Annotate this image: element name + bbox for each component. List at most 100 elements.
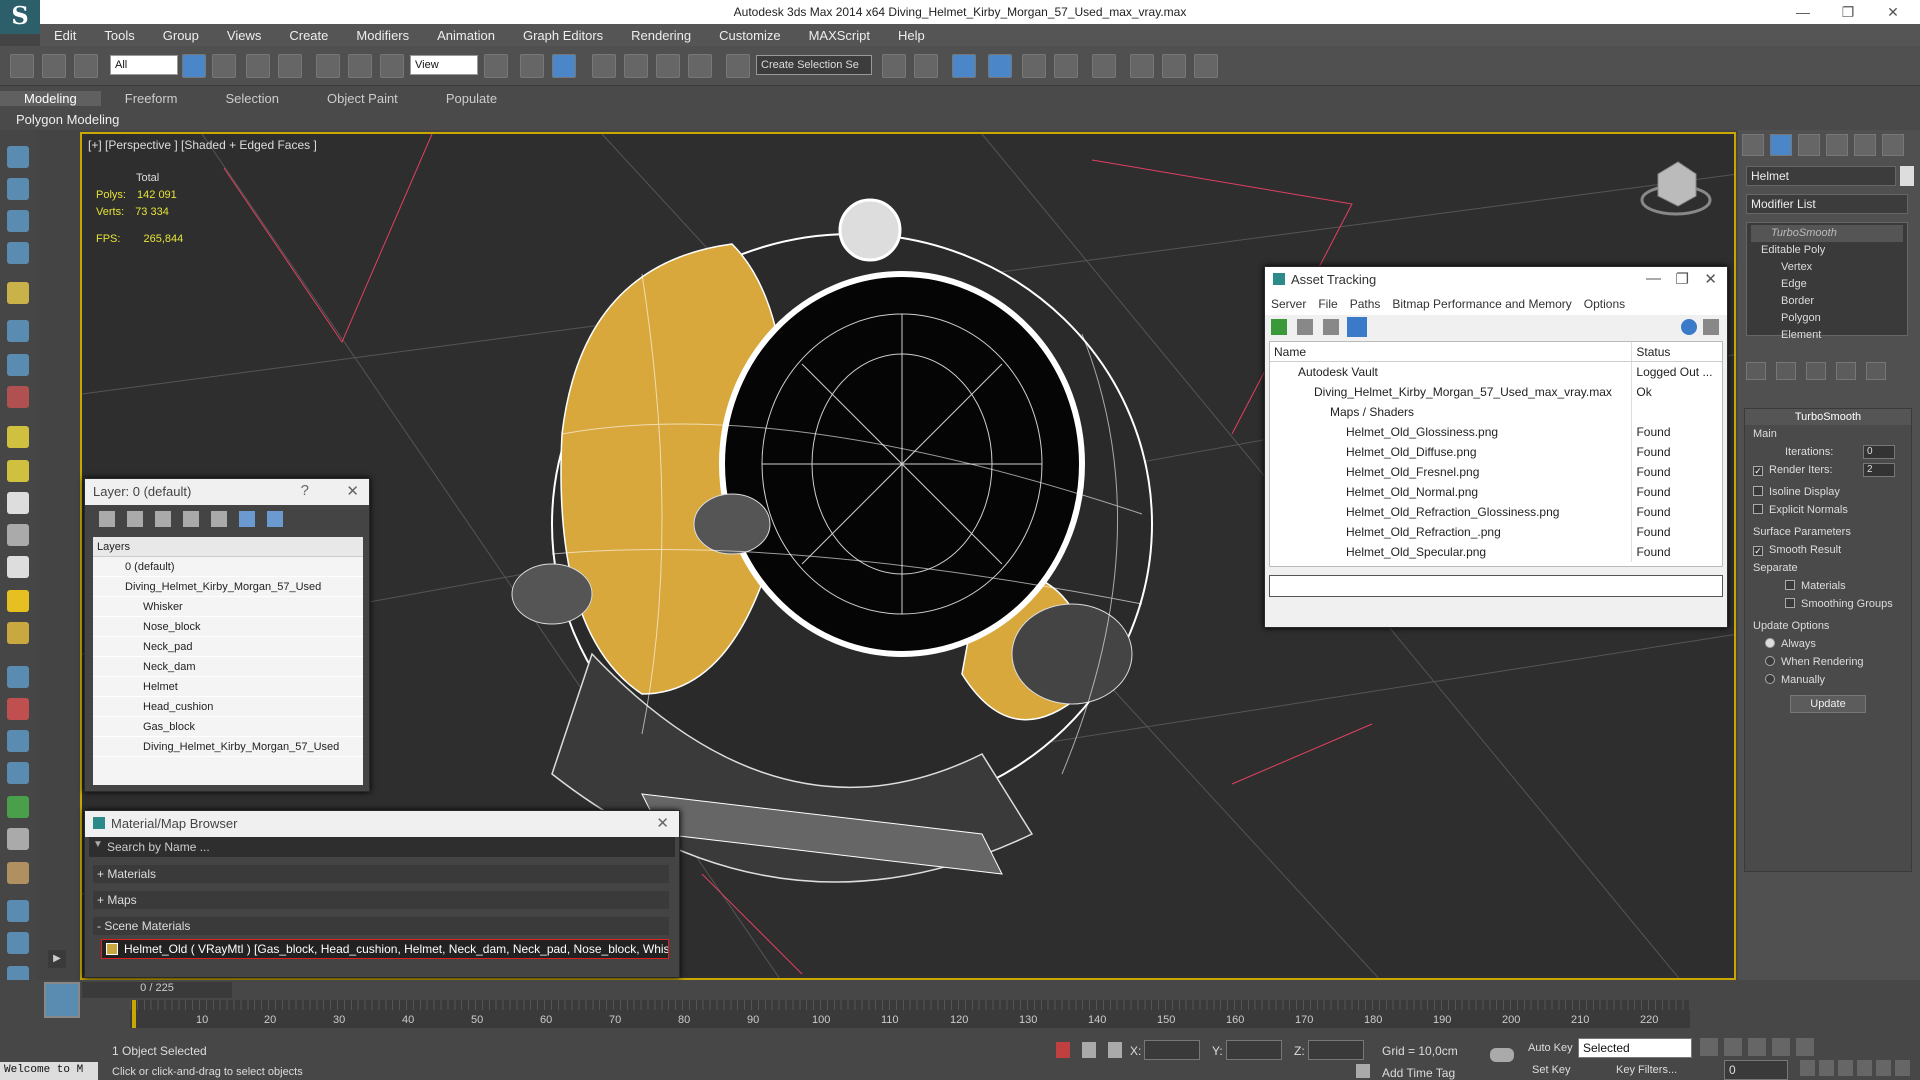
settings-icon[interactable] — [1703, 319, 1719, 335]
unlink-icon[interactable] — [42, 54, 66, 78]
hide-all-icon[interactable] — [239, 511, 255, 527]
go-to-start-icon[interactable] — [1700, 1038, 1718, 1056]
material-browser-titlebar[interactable]: Material/Map Browser ✕ — [85, 811, 679, 837]
add-time-tag[interactable]: Add Time Tag — [1382, 1066, 1455, 1080]
tool-icon-21[interactable] — [7, 828, 29, 850]
expand-arrow-icon[interactable]: ▶ — [48, 950, 66, 968]
asset-row[interactable]: Diving_Helmet_Kirby_Morgan_57_Used_max_v… — [1270, 382, 1722, 402]
x-coord-field[interactable] — [1144, 1040, 1200, 1060]
tool-icon-6[interactable] — [7, 320, 29, 342]
material-editor-icon[interactable] — [1092, 54, 1116, 78]
tool-icon-7[interactable] — [7, 354, 29, 376]
smoothing-groups-checkbox[interactable] — [1785, 598, 1795, 608]
asset-path-field[interactable] — [1269, 575, 1723, 597]
object-color-swatch[interactable] — [1900, 166, 1914, 186]
auto-key-button[interactable]: Auto Key — [1528, 1042, 1573, 1054]
configure-sets-icon[interactable] — [1866, 362, 1886, 380]
lock-icon[interactable] — [1082, 1042, 1096, 1058]
time-slider-marker[interactable] — [132, 1000, 136, 1028]
object-name-field[interactable]: Helmet — [1746, 166, 1896, 186]
scene-materials-group[interactable]: - Scene Materials — [93, 917, 669, 935]
new-layer-icon[interactable] — [99, 511, 115, 527]
tool-icon-11[interactable] — [7, 492, 29, 514]
time-tag-icon[interactable] — [1356, 1064, 1370, 1078]
mini-listener-icon[interactable] — [44, 982, 80, 1018]
asset-menu-file[interactable]: File — [1312, 297, 1343, 311]
layer-item[interactable]: 0 (default) — [93, 557, 363, 577]
set-key-button[interactable]: Set Key — [1532, 1064, 1571, 1076]
ribbon-polygon-modeling[interactable]: Polygon Modeling — [0, 110, 1920, 130]
key-mode-select[interactable]: Selected — [1578, 1038, 1692, 1058]
asset-menu-paths[interactable]: Paths — [1344, 297, 1387, 311]
keyboard-shortcut-icon[interactable] — [552, 54, 576, 78]
selection-filter-select[interactable]: All — [110, 55, 178, 75]
layer-help-button[interactable]: ? — [301, 482, 309, 499]
layer-explorer-titlebar[interactable]: Layer: 0 (default) ? ✕ — [85, 479, 369, 505]
asset-row[interactable]: Helmet_Old_Glossiness.png Found — [1270, 422, 1722, 442]
asset-tracking-close[interactable]: ✕ — [1704, 270, 1717, 288]
render-icon[interactable] — [1194, 54, 1218, 78]
move-icon[interactable] — [316, 54, 340, 78]
menu-views[interactable]: Views — [213, 28, 275, 43]
tool-icon-17[interactable] — [7, 698, 29, 720]
tool-icon-16[interactable] — [7, 666, 29, 688]
layer-close-button[interactable]: ✕ — [346, 482, 359, 500]
field-of-view-icon[interactable] — [1838, 1060, 1853, 1076]
timeline-track[interactable]: 10 20 30 40 50 60 70 80 90 100 110 120 1… — [130, 1000, 1690, 1028]
manually-radio[interactable] — [1765, 674, 1775, 684]
layer-item[interactable]: Gas_block — [93, 717, 363, 737]
isoline-display-checkbox[interactable] — [1753, 486, 1763, 496]
link-icon[interactable] — [10, 54, 34, 78]
curve-editor-icon[interactable] — [1022, 54, 1046, 78]
tool-icon-1[interactable] — [7, 146, 29, 168]
play-icon[interactable] — [1748, 1038, 1766, 1056]
tool-icon-18[interactable] — [7, 730, 29, 752]
absolute-mode-icon[interactable] — [1108, 1042, 1122, 1058]
menu-animation[interactable]: Animation — [423, 28, 509, 43]
tool-icon-20[interactable] — [7, 796, 29, 818]
tool-icon-8[interactable] — [7, 386, 29, 408]
always-radio[interactable] — [1765, 638, 1775, 648]
when-rendering-radio[interactable] — [1765, 656, 1775, 666]
tool-icon-15[interactable] — [7, 622, 29, 644]
tab-populate[interactable]: Populate — [422, 91, 521, 106]
percent-snap-icon[interactable] — [656, 54, 680, 78]
stack-item-vertex[interactable]: Vertex — [1751, 259, 1903, 276]
maps-group[interactable]: + Maps — [93, 891, 669, 909]
highlight-layer-icon[interactable] — [211, 511, 227, 527]
asset-row[interactable]: Helmet_Old_Specular.png Found — [1270, 542, 1722, 562]
zoom-all-icon[interactable] — [1819, 1060, 1834, 1076]
graphite-toggle-icon[interactable] — [988, 54, 1012, 78]
spinner-snap-icon[interactable] — [688, 54, 712, 78]
pan-icon[interactable] — [1857, 1060, 1872, 1076]
schematic-view-icon[interactable] — [1054, 54, 1078, 78]
layer-item[interactable]: Neck_pad — [93, 637, 363, 657]
materials-checkbox[interactable] — [1785, 580, 1795, 590]
stack-item-element[interactable]: Element — [1751, 327, 1903, 344]
bind-space-warp-icon[interactable] — [74, 54, 98, 78]
scene-material-item[interactable]: Helmet_Old ( VRayMtl ) [Gas_block, Head_… — [101, 939, 669, 959]
pin-stack-icon[interactable] — [1746, 362, 1766, 380]
update-button[interactable]: Update — [1790, 695, 1866, 713]
rect-selection-icon[interactable] — [246, 54, 270, 78]
menu-maxscript[interactable]: MAXScript — [795, 28, 884, 43]
delete-layer-icon[interactable] — [127, 511, 143, 527]
col-status-header[interactable]: Status — [1632, 342, 1722, 361]
layer-manager-icon[interactable] — [952, 54, 976, 78]
layer-item[interactable]: Diving_Helmet_Kirby_Morgan_57_Used — [93, 737, 363, 757]
minimize-button[interactable]: — — [1788, 2, 1818, 22]
tool-icon-2[interactable] — [7, 178, 29, 200]
asset-tracking-maximize[interactable]: ❐ — [1676, 270, 1689, 288]
layer-item[interactable]: Helmet — [93, 677, 363, 697]
turbosmooth-rollout-title[interactable]: TurboSmooth — [1745, 409, 1911, 425]
layer-item[interactable]: Head_cushion — [93, 697, 363, 717]
explicit-normals-checkbox[interactable] — [1753, 504, 1763, 514]
asset-row[interactable]: Autodesk Vault Logged Out ... — [1270, 362, 1722, 382]
tool-icon-13[interactable] — [7, 556, 29, 578]
go-to-end-icon[interactable] — [1796, 1038, 1814, 1056]
tool-icon-22[interactable] — [7, 862, 29, 884]
tool-icon-19[interactable] — [7, 762, 29, 784]
menu-rendering[interactable]: Rendering — [617, 28, 705, 43]
orbit-icon[interactable] — [1876, 1060, 1891, 1076]
tab-selection[interactable]: Selection — [202, 91, 303, 106]
